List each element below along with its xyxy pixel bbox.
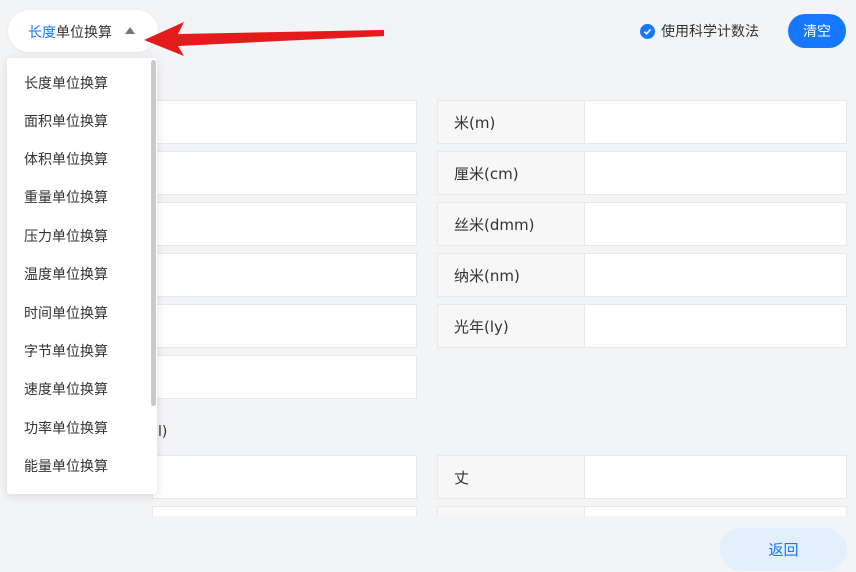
section-title-partial: l): [158, 424, 168, 440]
unit-label-nm: 纳米(nm): [437, 253, 585, 297]
left-input-8[interactable]: [152, 506, 417, 516]
unit-input-cm[interactable]: [584, 151, 847, 195]
clear-button[interactable]: 清空: [788, 14, 846, 48]
unit-input-next[interactable]: [584, 506, 847, 516]
left-input-3[interactable]: [152, 202, 417, 246]
unit-label-cm: 厘米(cm): [437, 151, 585, 195]
left-input-5[interactable]: [152, 304, 417, 348]
left-input-1[interactable]: [152, 100, 417, 144]
unit-input-zhang[interactable]: [584, 455, 847, 499]
unit-input-dmm[interactable]: [584, 202, 847, 246]
back-button[interactable]: 返回: [720, 528, 847, 571]
dropdown-item-length[interactable]: 长度单位换算: [24, 72, 144, 96]
checkmark-icon: [640, 23, 655, 39]
dropdown-item-pressure[interactable]: 压力单位换算: [24, 225, 144, 249]
dropdown-item-time[interactable]: 时间单位换算: [24, 302, 144, 326]
unit-input-ly[interactable]: [584, 304, 847, 348]
unit-label-zhang: 丈: [437, 455, 585, 499]
unit-input-nm[interactable]: [584, 253, 847, 297]
dropdown-item-speed[interactable]: 速度单位换算: [24, 378, 144, 402]
unit-label-m: 米(m): [437, 100, 585, 144]
dropdown-scrollbar[interactable]: [151, 60, 156, 406]
scientific-notation-label: 使用科学计数法: [661, 24, 759, 40]
dropdown-item-volume[interactable]: 体积单位换算: [24, 148, 144, 172]
dropdown-item-energy[interactable]: 能量单位换算: [24, 455, 144, 479]
caret-up-icon: [125, 27, 135, 34]
red-arrow-annotation: [144, 22, 384, 56]
left-input-4[interactable]: [152, 253, 417, 297]
unit-label-next: [437, 506, 585, 516]
unit-label-ly: 光年(ly): [437, 304, 585, 348]
unit-label-dmm: 丝米(dmm): [437, 202, 585, 246]
unit-input-m[interactable]: [584, 100, 847, 144]
dropdown-item-area[interactable]: 面积单位换算: [24, 110, 144, 134]
dropdown-item-bytes[interactable]: 字节单位换算: [24, 340, 144, 364]
dropdown-item-temperature[interactable]: 温度单位换算: [24, 263, 144, 287]
category-dropdown: 长度单位换算 面积单位换算 体积单位换算 重量单位换算 压力单位换算 温度单位换…: [7, 58, 157, 494]
toolbar: 长度单位换算 使用科学计数法 清空: [0, 0, 856, 62]
left-input-7[interactable]: [152, 455, 417, 499]
category-suffix: 单位换算: [56, 25, 112, 41]
category-prefix: 长度: [28, 25, 56, 41]
left-input-2[interactable]: [152, 151, 417, 195]
dropdown-item-weight[interactable]: 重量单位换算: [24, 186, 144, 210]
left-input-6[interactable]: [152, 355, 417, 399]
dropdown-item-power[interactable]: 功率单位换算: [24, 417, 144, 441]
category-label: 长度单位换算: [28, 22, 112, 42]
scientific-notation-toggle[interactable]: 使用科学计数法: [640, 21, 759, 41]
category-selector[interactable]: 长度单位换算: [8, 10, 158, 52]
